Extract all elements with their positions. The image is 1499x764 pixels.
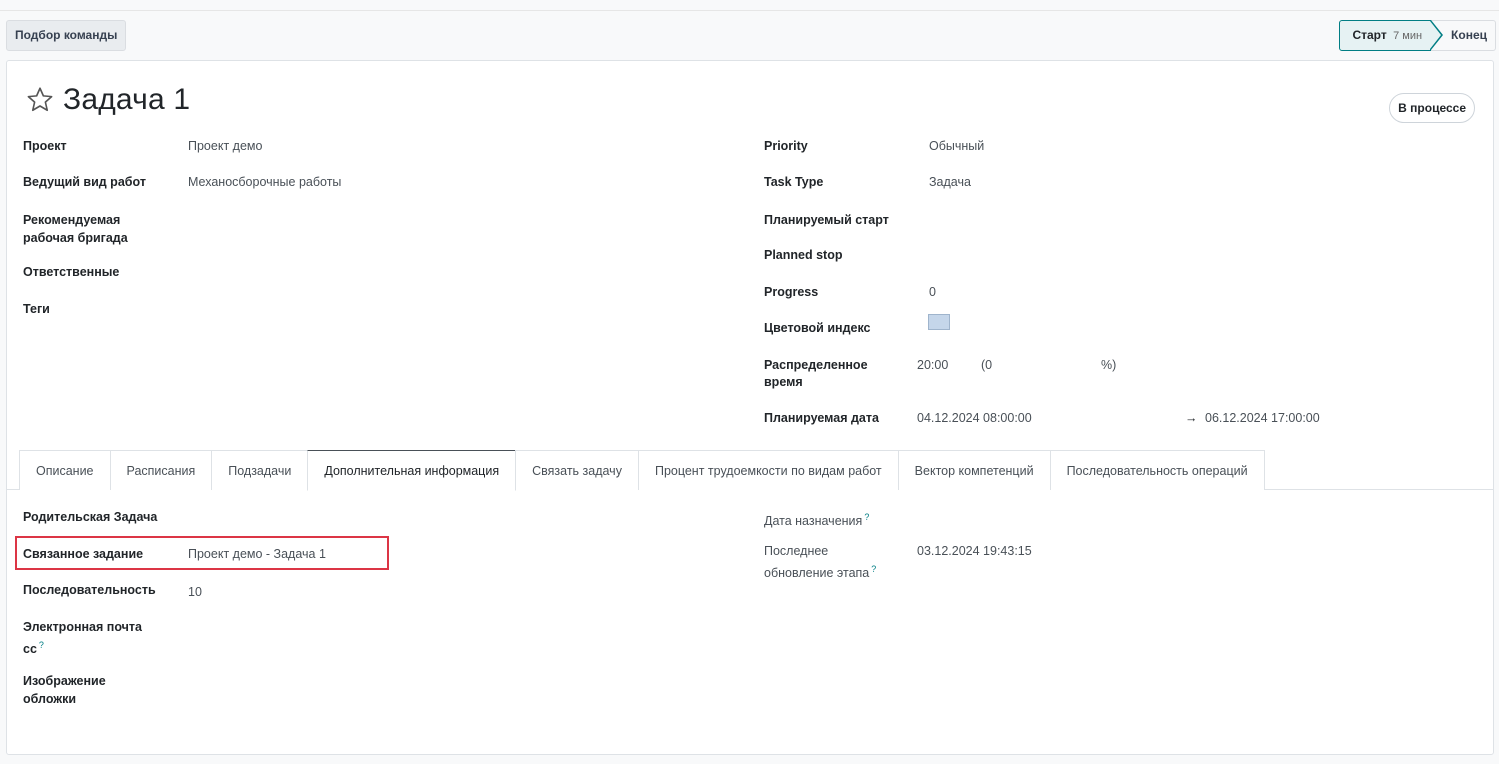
sequence-value[interactable]: 10 bbox=[188, 583, 202, 601]
status-badge[interactable]: В процессе bbox=[1389, 93, 1475, 123]
responsible-label: Ответственные bbox=[23, 265, 120, 279]
planned-date-start[interactable]: 04.12.2024 08:00:00 bbox=[917, 409, 1032, 427]
parent-task-label: Родительская Задача bbox=[23, 510, 158, 524]
last-stage-update-label-line2: обновление этапа? bbox=[764, 564, 877, 581]
linked-task-value[interactable]: Проект демо - Задача 1 bbox=[188, 545, 326, 563]
planned-start-label: Планируемый старт bbox=[764, 213, 889, 227]
date-range-arrow-icon: → bbox=[1185, 411, 1198, 425]
planned-stop-label: Planned stop bbox=[764, 248, 843, 262]
priority-value[interactable]: Обычный bbox=[929, 137, 984, 155]
tab-operation-sequence[interactable]: Последовательность операций bbox=[1049, 450, 1265, 490]
cover-image-label-line2: обложки bbox=[23, 692, 77, 706]
planned-date-end[interactable]: 06.12.2024 17:00:00 bbox=[1205, 409, 1320, 427]
work-type-label: Ведущий вид работ bbox=[23, 175, 146, 189]
tab-labor-percent[interactable]: Процент трудоемкости по видам работ bbox=[637, 450, 899, 490]
allocated-percent-close: %) bbox=[1101, 358, 1117, 372]
progress-value[interactable]: 0 bbox=[929, 283, 936, 301]
task-type-label: Task Type bbox=[764, 175, 824, 189]
stage-start-label: Старт bbox=[1352, 28, 1387, 42]
project-value[interactable]: Проект демо bbox=[188, 137, 262, 155]
project-label: Проект bbox=[23, 139, 67, 153]
record-title[interactable]: Задача 1 bbox=[63, 83, 190, 117]
tab-schedules[interactable]: Расписания bbox=[109, 450, 213, 490]
planned-date-label: Планируемая дата bbox=[764, 411, 879, 425]
last-stage-update-label-line1: Последнее bbox=[764, 544, 829, 558]
help-icon[interactable]: ? bbox=[39, 640, 44, 650]
tab-extra-info[interactable]: Дополнительная информация bbox=[307, 450, 517, 491]
stage-statusbar: Старт 7 мин Конец bbox=[1339, 20, 1496, 51]
tab-description[interactable]: Описание bbox=[19, 450, 111, 490]
help-icon[interactable]: ? bbox=[871, 564, 876, 574]
email-cc-label-line1: Электронная почта bbox=[23, 620, 142, 634]
priority-label: Priority bbox=[764, 139, 808, 153]
title-row: Задача 1 bbox=[25, 83, 190, 117]
tab-competence-vector[interactable]: Вектор компетенций bbox=[897, 450, 1051, 490]
stage-duration: 7 мин bbox=[1393, 30, 1423, 42]
help-icon[interactable]: ? bbox=[864, 512, 869, 522]
allocated-time-label-line1: Распределенное bbox=[764, 358, 868, 372]
allocated-time-value[interactable]: 20:00 bbox=[917, 356, 948, 374]
notebook-tabs: Описание Расписания Подзадачи Дополнител… bbox=[19, 450, 1365, 491]
email-cc-label-line2: cc? bbox=[23, 640, 44, 657]
control-panel: Подбор команды Старт 7 мин Конец bbox=[6, 20, 1496, 51]
color-index-swatch[interactable] bbox=[928, 314, 950, 330]
tab-link-task[interactable]: Связать задачу bbox=[515, 450, 639, 490]
crew-label-line2: рабочая бригада bbox=[23, 231, 128, 245]
task-type-value[interactable]: Задача bbox=[929, 173, 971, 191]
team-selection-button[interactable]: Подбор команды bbox=[6, 20, 127, 51]
progress-label: Progress bbox=[764, 285, 819, 299]
stage-start-button[interactable]: Старт 7 мин bbox=[1339, 20, 1432, 51]
last-stage-update-value[interactable]: 03.12.2024 19:43:15 bbox=[917, 542, 1032, 560]
tags-label: Теги bbox=[23, 302, 50, 316]
color-index-label: Цветовой индекс bbox=[764, 321, 871, 335]
sequence-label: Последовательность bbox=[23, 583, 156, 597]
assign-date-label: Дата назначения? bbox=[764, 512, 870, 529]
allocated-percent-open[interactable]: (0 bbox=[981, 356, 992, 374]
cover-image-label-line1: Изображение bbox=[23, 674, 106, 688]
top-divider bbox=[0, 10, 1499, 11]
work-type-value[interactable]: Механосборочные работы bbox=[188, 173, 341, 191]
allocated-time-label-line2: время bbox=[764, 375, 803, 389]
form-sheet: Задача 1 В процессе Проект Проект демо В… bbox=[6, 60, 1494, 755]
tab-subtasks[interactable]: Подзадачи bbox=[211, 450, 309, 490]
linked-task-label: Связанное задание bbox=[23, 547, 144, 561]
favorite-star-icon[interactable] bbox=[25, 85, 55, 115]
crew-label-line1: Рекомендуемая bbox=[23, 213, 121, 227]
